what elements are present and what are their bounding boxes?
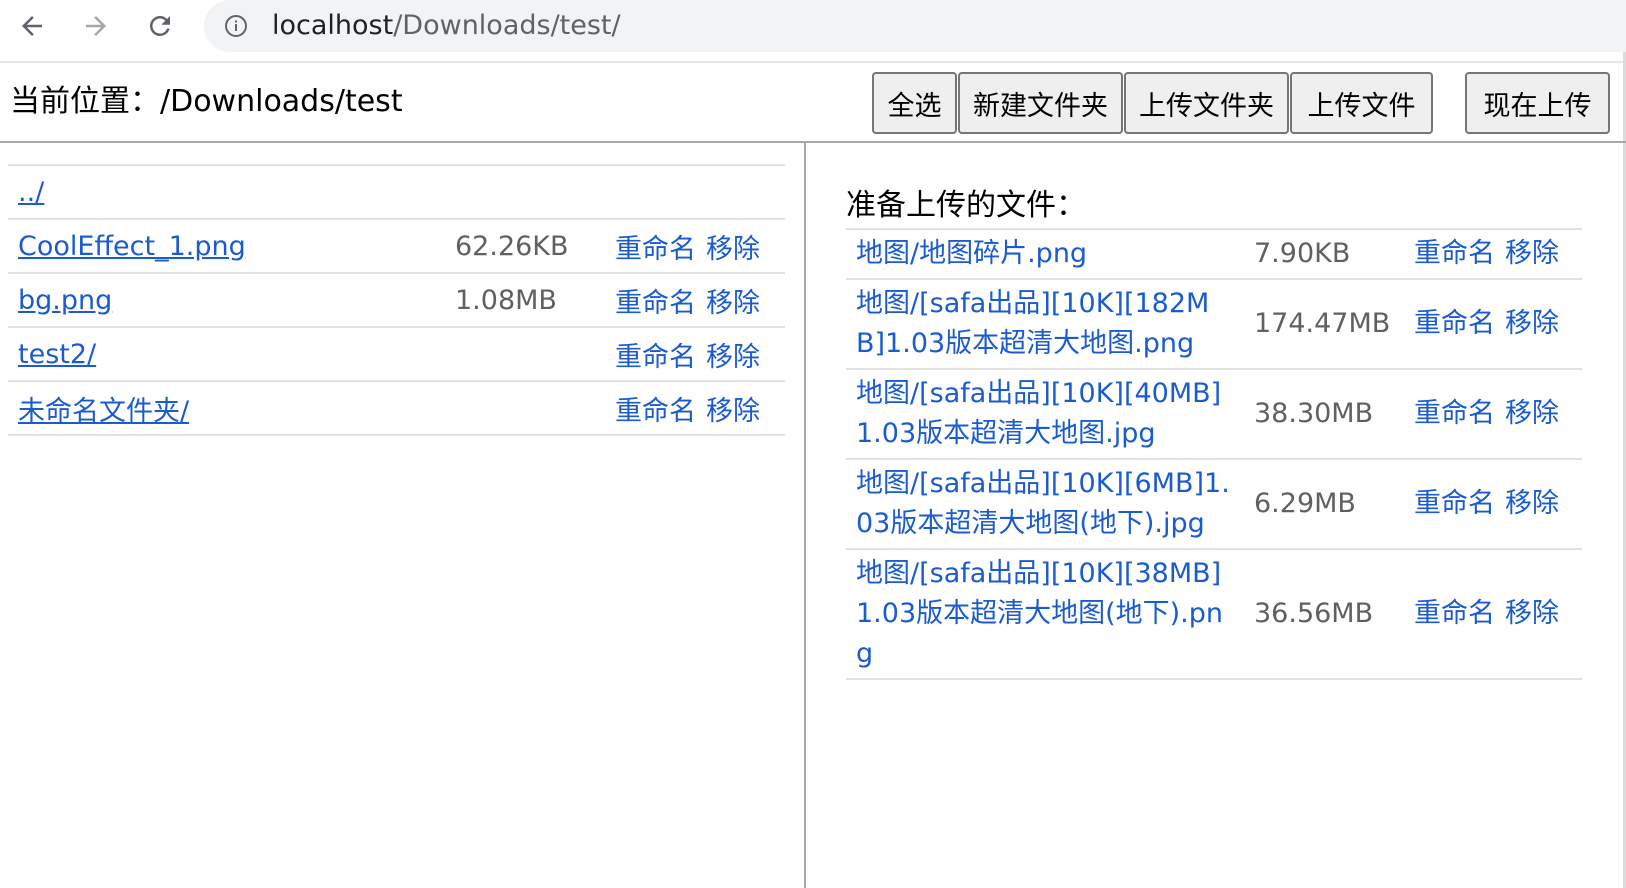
upload-now-button[interactable]: 现在上传	[1465, 72, 1610, 134]
upload-folder-button[interactable]: 上传文件夹	[1124, 72, 1289, 134]
upload-file-name: 地图/[safa出品][10K][182MB]1.03版本超清大地图.png	[846, 278, 1244, 369]
select-all-button[interactable]: 全选	[872, 72, 957, 134]
file-size: 1.08MB	[445, 272, 605, 327]
file-list: ../ CoolEffect_1.png 62.26KB 重命名 移除 bg.pn…	[8, 164, 785, 436]
remove-link[interactable]: 移除	[706, 234, 760, 265]
file-size	[445, 380, 605, 436]
rename-link[interactable]: 重命名	[1414, 488, 1495, 519]
rename-link[interactable]: 重命名	[615, 288, 696, 319]
table-row: test2/ 重命名 移除	[8, 326, 785, 381]
table-row: 地图/[safa出品][10K][6MB]1.03版本超清大地图(地下).jpg…	[846, 458, 1582, 549]
upload-file-size: 36.56MB	[1244, 548, 1404, 680]
browser-toolbar: localhost/Downloads/test/	[0, 0, 1626, 52]
remove-link[interactable]: 移除	[706, 396, 760, 427]
rename-link[interactable]: 重命名	[615, 342, 696, 373]
new-folder-button[interactable]: 新建文件夹	[958, 72, 1123, 134]
folder-link[interactable]: test2/	[18, 339, 96, 370]
table-row: 地图/地图碎片.png 7.90KB 重命名 移除	[846, 228, 1582, 279]
upload-file-size: 174.47MB	[1244, 278, 1404, 369]
upload-file-size: 38.30MB	[1244, 368, 1404, 459]
current-location: 当前位置：/Downloads/test	[10, 84, 403, 119]
table-row: 未命名文件夹/ 重命名 移除	[8, 380, 785, 436]
file-link[interactable]: CoolEffect_1.png	[18, 231, 246, 262]
parent-dir-link[interactable]: ../	[18, 177, 44, 208]
upload-queue-list: 地图/地图碎片.png 7.90KB 重命名 移除 地图/[safa出品][10K…	[846, 228, 1582, 680]
file-size	[445, 164, 605, 219]
remove-link[interactable]: 移除	[706, 342, 760, 373]
rename-link[interactable]: 重命名	[1414, 308, 1495, 339]
upload-queue-title: 准备上传的文件：	[846, 188, 1086, 223]
back-button[interactable]	[14, 8, 50, 44]
rename-link[interactable]: 重命名	[1414, 598, 1495, 629]
remove-link[interactable]: 移除	[1505, 598, 1559, 629]
address-bar[interactable]: localhost/Downloads/test/	[204, 0, 1626, 52]
table-row: CoolEffect_1.png 62.26KB 重命名 移除	[8, 218, 785, 273]
reload-icon	[149, 15, 170, 37]
file-size	[445, 326, 605, 381]
header-divider	[0, 141, 1626, 143]
remove-link[interactable]: 移除	[1505, 398, 1559, 429]
upload-file-button[interactable]: 上传文件	[1290, 72, 1433, 134]
panel-divider	[804, 142, 806, 888]
file-size: 62.26KB	[445, 218, 605, 273]
table-row: 地图/[safa出品][10K][40MB]1.03版本超清大地图.jpg 38…	[846, 368, 1582, 459]
folder-link[interactable]: 未命名文件夹/	[18, 396, 189, 427]
upload-file-name: 地图/[safa出品][10K][6MB]1.03版本超清大地图(地下).jpg	[846, 458, 1244, 549]
url-host: localhost	[272, 10, 394, 41]
rename-link[interactable]: 重命名	[615, 234, 696, 265]
info-icon[interactable]	[224, 14, 248, 38]
remove-link[interactable]: 移除	[706, 288, 760, 319]
upload-file-size: 7.90KB	[1244, 228, 1404, 279]
upload-file-name: 地图/[safa出品][10K][40MB]1.03版本超清大地图.jpg	[846, 368, 1244, 459]
url-path: /Downloads/test/	[393, 10, 621, 41]
upload-file-size: 6.29MB	[1244, 458, 1404, 549]
remove-link[interactable]: 移除	[1505, 308, 1559, 339]
table-row: bg.png 1.08MB 重命名 移除	[8, 272, 785, 327]
forward-button[interactable]	[78, 8, 114, 44]
table-row: 地图/[safa出品][10K][182MB]1.03版本超清大地图.png 1…	[846, 278, 1582, 369]
table-row: 地图/[safa出品][10K][38MB]1.03版本超清大地图(地下).pn…	[846, 548, 1582, 680]
remove-link[interactable]: 移除	[1505, 238, 1559, 269]
table-row: ../	[8, 164, 785, 219]
rename-link[interactable]: 重命名	[1414, 238, 1495, 269]
remove-link[interactable]: 移除	[1505, 488, 1559, 519]
back-arrow-icon	[22, 16, 42, 36]
rename-link[interactable]: 重命名	[615, 396, 696, 427]
chrome-divider	[0, 61, 1626, 63]
upload-file-name: 地图/地图碎片.png	[846, 228, 1244, 279]
forward-arrow-icon	[86, 16, 106, 36]
upload-file-name: 地图/[safa出品][10K][38MB]1.03版本超清大地图(地下).pn…	[846, 548, 1244, 680]
file-link[interactable]: bg.png	[18, 285, 112, 316]
rename-link[interactable]: 重命名	[1414, 398, 1495, 429]
url-text[interactable]: localhost/Downloads/test/	[272, 10, 621, 42]
reload-button[interactable]	[142, 8, 178, 44]
